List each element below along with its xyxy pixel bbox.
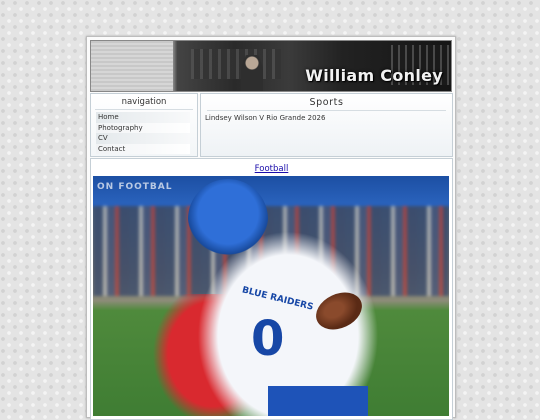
- navigation-list: Home Photography CV Contact: [96, 112, 197, 154]
- header-banner: William Conley: [90, 40, 452, 92]
- content-panel: Football ON FOOTBAL BLUE RAIDERS 0: [90, 158, 453, 420]
- navigation-panel: navigation Home Photography CV Contact: [90, 93, 198, 157]
- banner-photo-left: [91, 41, 173, 91]
- nav-item-home[interactable]: Home: [96, 112, 190, 123]
- photo-helmet: [188, 179, 268, 259]
- nav-item-cv[interactable]: CV: [96, 133, 190, 144]
- football-photo: ON FOOTBAL BLUE RAIDERS 0: [93, 176, 449, 416]
- site-title[interactable]: William Conley: [305, 66, 443, 85]
- sports-item-lindsey-wilson[interactable]: Lindsey Wilson V Rio Grande 2026: [205, 114, 452, 122]
- photo-jersey-number: 0: [251, 311, 285, 367]
- nav-item-contact[interactable]: Contact: [96, 143, 190, 154]
- photo-banner-text: ON FOOTBAL: [97, 182, 173, 192]
- nav-item-photography[interactable]: Photography: [96, 122, 190, 133]
- sports-heading: Sports: [207, 97, 446, 111]
- sports-panel: Sports Lindsey Wilson V Rio Grande 2026: [200, 93, 453, 157]
- banner-portrait: [241, 55, 263, 91]
- football-link[interactable]: Football: [91, 164, 452, 174]
- page-container: William Conley navigation Home Photograp…: [86, 36, 456, 420]
- banner-photo-background: [191, 49, 281, 79]
- navigation-heading: navigation: [95, 97, 193, 110]
- photo-shorts: [268, 386, 368, 416]
